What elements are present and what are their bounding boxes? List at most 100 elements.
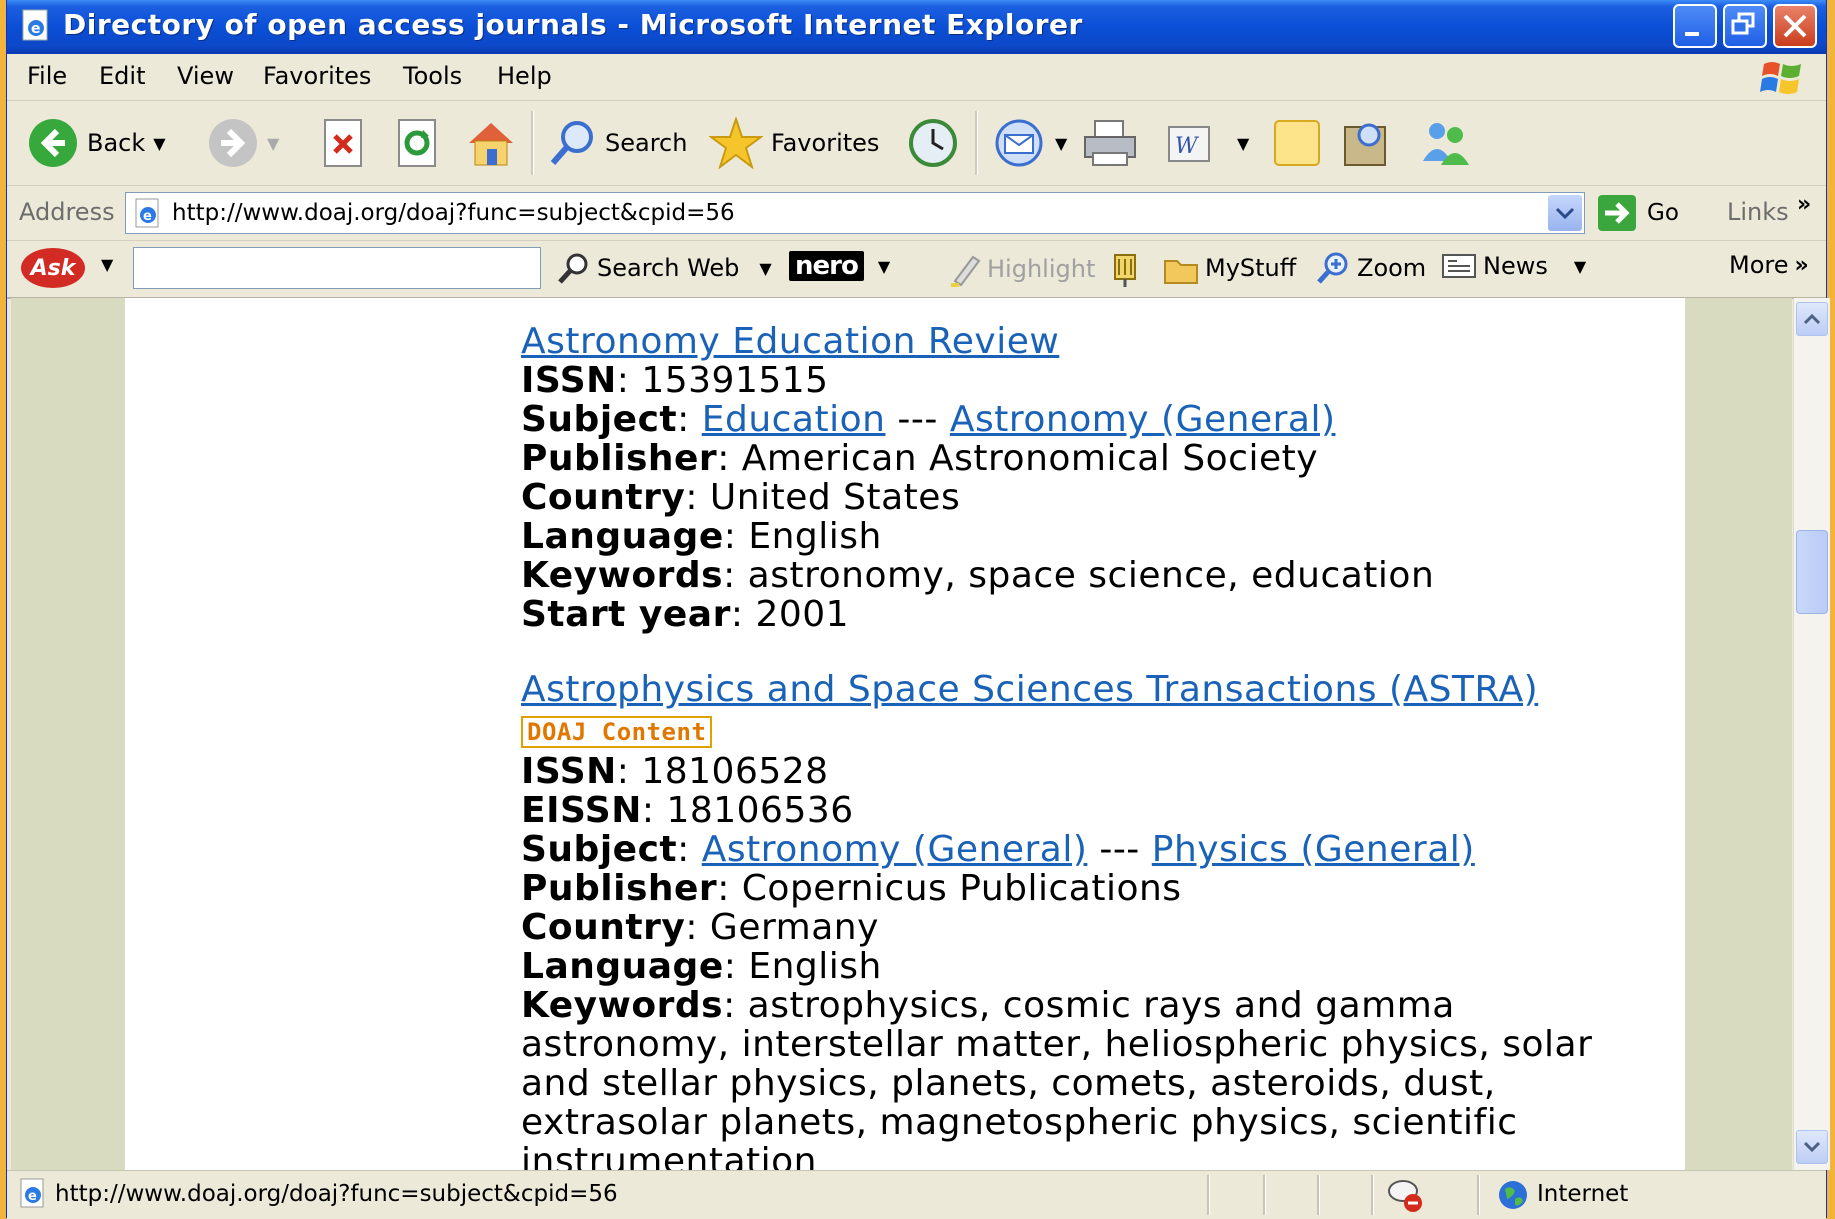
back-arrow-icon [29,119,77,167]
note-icon [1274,120,1320,166]
subject-label: Subject [521,399,678,440]
menu-edit[interactable]: Edit [99,62,145,90]
go-button[interactable]: Go [1597,194,1679,232]
subject-label: Subject [521,829,678,870]
favorites-button[interactable]: Favorites [709,115,879,171]
notes-button[interactable] [1271,115,1323,171]
mystuff-button[interactable]: MyStuff [1163,251,1296,285]
search-web-button[interactable]: Search Web ▼ [555,251,772,285]
news-button[interactable]: News ▼ [1441,251,1586,281]
ie-page-icon: e [22,9,48,41]
issn-label: ISSN [521,751,617,792]
zoom-button[interactable]: Zoom [1315,251,1426,285]
ask-search-input[interactable] [133,247,541,289]
scroll-up-button[interactable] [1796,302,1828,336]
scroll-thumb[interactable] [1796,530,1828,614]
word-icon: W [1168,126,1210,162]
language-label: Language [521,946,724,987]
journal-entry: Astrophysics and Space Sciences Transact… [521,670,1601,1170]
status-text: http://www.doaj.org/doaj?func=subject&cp… [55,1181,618,1207]
refresh-button[interactable] [395,115,441,171]
print-button[interactable] [1081,115,1139,171]
country-label: Country [521,477,686,518]
language-label: Language [521,516,724,557]
pencil-button[interactable] [1109,251,1141,289]
menu-favorites[interactable]: Favorites [263,62,371,90]
subject-link[interactable]: Astronomy (General) [702,829,1088,870]
ie-page-icon: e [135,198,159,228]
title-bar[interactable]: e Directory of open access journals - Mi… [7,0,1826,54]
address-dropdown[interactable] [1548,195,1582,231]
status-separator [1371,1175,1374,1215]
home-button[interactable] [463,115,519,171]
search-icon [558,253,588,284]
status-separator [1263,1175,1266,1215]
address-input[interactable]: e http://www.doaj.org/doaj?func=subject&… [125,192,1585,234]
ask-logo[interactable]: Ask [21,248,85,288]
country-label: Country [521,907,686,948]
nero-dropdown-icon[interactable]: ▼ [878,257,890,276]
history-button[interactable] [905,115,961,171]
restore-button[interactable] [1723,4,1767,48]
keywords-line: instrumentation [521,1141,817,1170]
close-button[interactable] [1773,4,1817,48]
ask-dropdown-icon[interactable]: ▼ [101,255,113,274]
journal-title-link[interactable]: Astrophysics and Space Sciences Transact… [521,669,1538,710]
issn-label: ISSN [521,360,617,401]
menu-file[interactable]: File [27,62,67,90]
news-dropdown-icon[interactable]: ▼ [1574,257,1586,276]
minimize-button[interactable] [1673,4,1717,48]
standard-toolbar: Back ▼ ▼ Search Favorites ▼ W ▼ [7,101,1826,186]
mail-button[interactable]: ▼ [993,115,1067,171]
messenger-icon [1423,123,1469,165]
stop-button[interactable] [321,115,367,171]
publisher-value: American Astronomical Society [741,438,1319,479]
doaj-content-badge[interactable]: DOAJ Content [521,716,713,748]
search-web-dropdown-icon[interactable]: ▼ [759,259,771,278]
keywords-line: extrasolar planets, magnetospheric physi… [521,1102,1518,1143]
menu-help[interactable]: Help [497,62,552,90]
edit-word-button[interactable]: W [1167,115,1211,171]
menu-view[interactable]: View [177,62,234,90]
chevron-right-double-icon[interactable]: » [1797,192,1811,217]
highlight-button[interactable]: Highlight [947,251,1095,287]
svg-text:e: e [31,21,41,37]
back-button[interactable]: Back ▼ [27,115,166,171]
more-label: More [1729,251,1789,279]
go-label: Go [1647,200,1679,226]
journal-title-link[interactable]: Astronomy Education Review [521,321,1059,362]
scroll-down-button[interactable] [1796,1130,1828,1164]
restore-icon [1731,12,1755,35]
search-button[interactable]: Search [547,115,687,171]
edit-dropdown[interactable]: ▼ [1237,115,1249,171]
printer-icon [1084,120,1136,166]
subject-link[interactable]: Astronomy (General) [950,399,1336,440]
subject-link[interactable]: Education [702,399,886,440]
menu-tools[interactable]: Tools [403,62,462,90]
stop-icon [324,119,362,167]
vertical-scrollbar[interactable] [1793,298,1830,1170]
refresh-icon [398,119,436,167]
mail-dropdown-icon[interactable]: ▼ [1055,134,1067,153]
popup-blocked-icon[interactable] [1383,1175,1427,1215]
forward-dropdown-icon[interactable]: ▼ [267,134,279,153]
forward-button[interactable]: ▼ [207,115,279,171]
subject-link[interactable]: Physics (General) [1152,829,1475,870]
nero-button[interactable]: nero ▼ [789,251,890,281]
forward-arrow-icon [209,119,257,167]
svg-text:e: e [28,1189,37,1204]
status-separator [1477,1175,1480,1215]
issn-value: 15391515 [641,360,829,401]
toolbar-separator [975,111,978,175]
edit-dropdown-icon[interactable]: ▼ [1237,134,1249,153]
links-label[interactable]: Links [1727,198,1789,226]
status-bar: e http://www.doaj.org/doaj?func=subject&… [7,1170,1826,1219]
ask-toolbar: Ask ▼ Search Web ▼ nero ▼ Highlight MySt… [7,241,1826,299]
research-icon [1344,123,1386,166]
subject-separator: --- [1099,829,1140,870]
research-button[interactable] [1341,115,1393,171]
back-dropdown-icon[interactable]: ▼ [153,134,165,153]
messenger-button[interactable] [1417,115,1473,171]
country-value: Germany [709,907,879,948]
more-button[interactable]: More » [1729,251,1809,279]
